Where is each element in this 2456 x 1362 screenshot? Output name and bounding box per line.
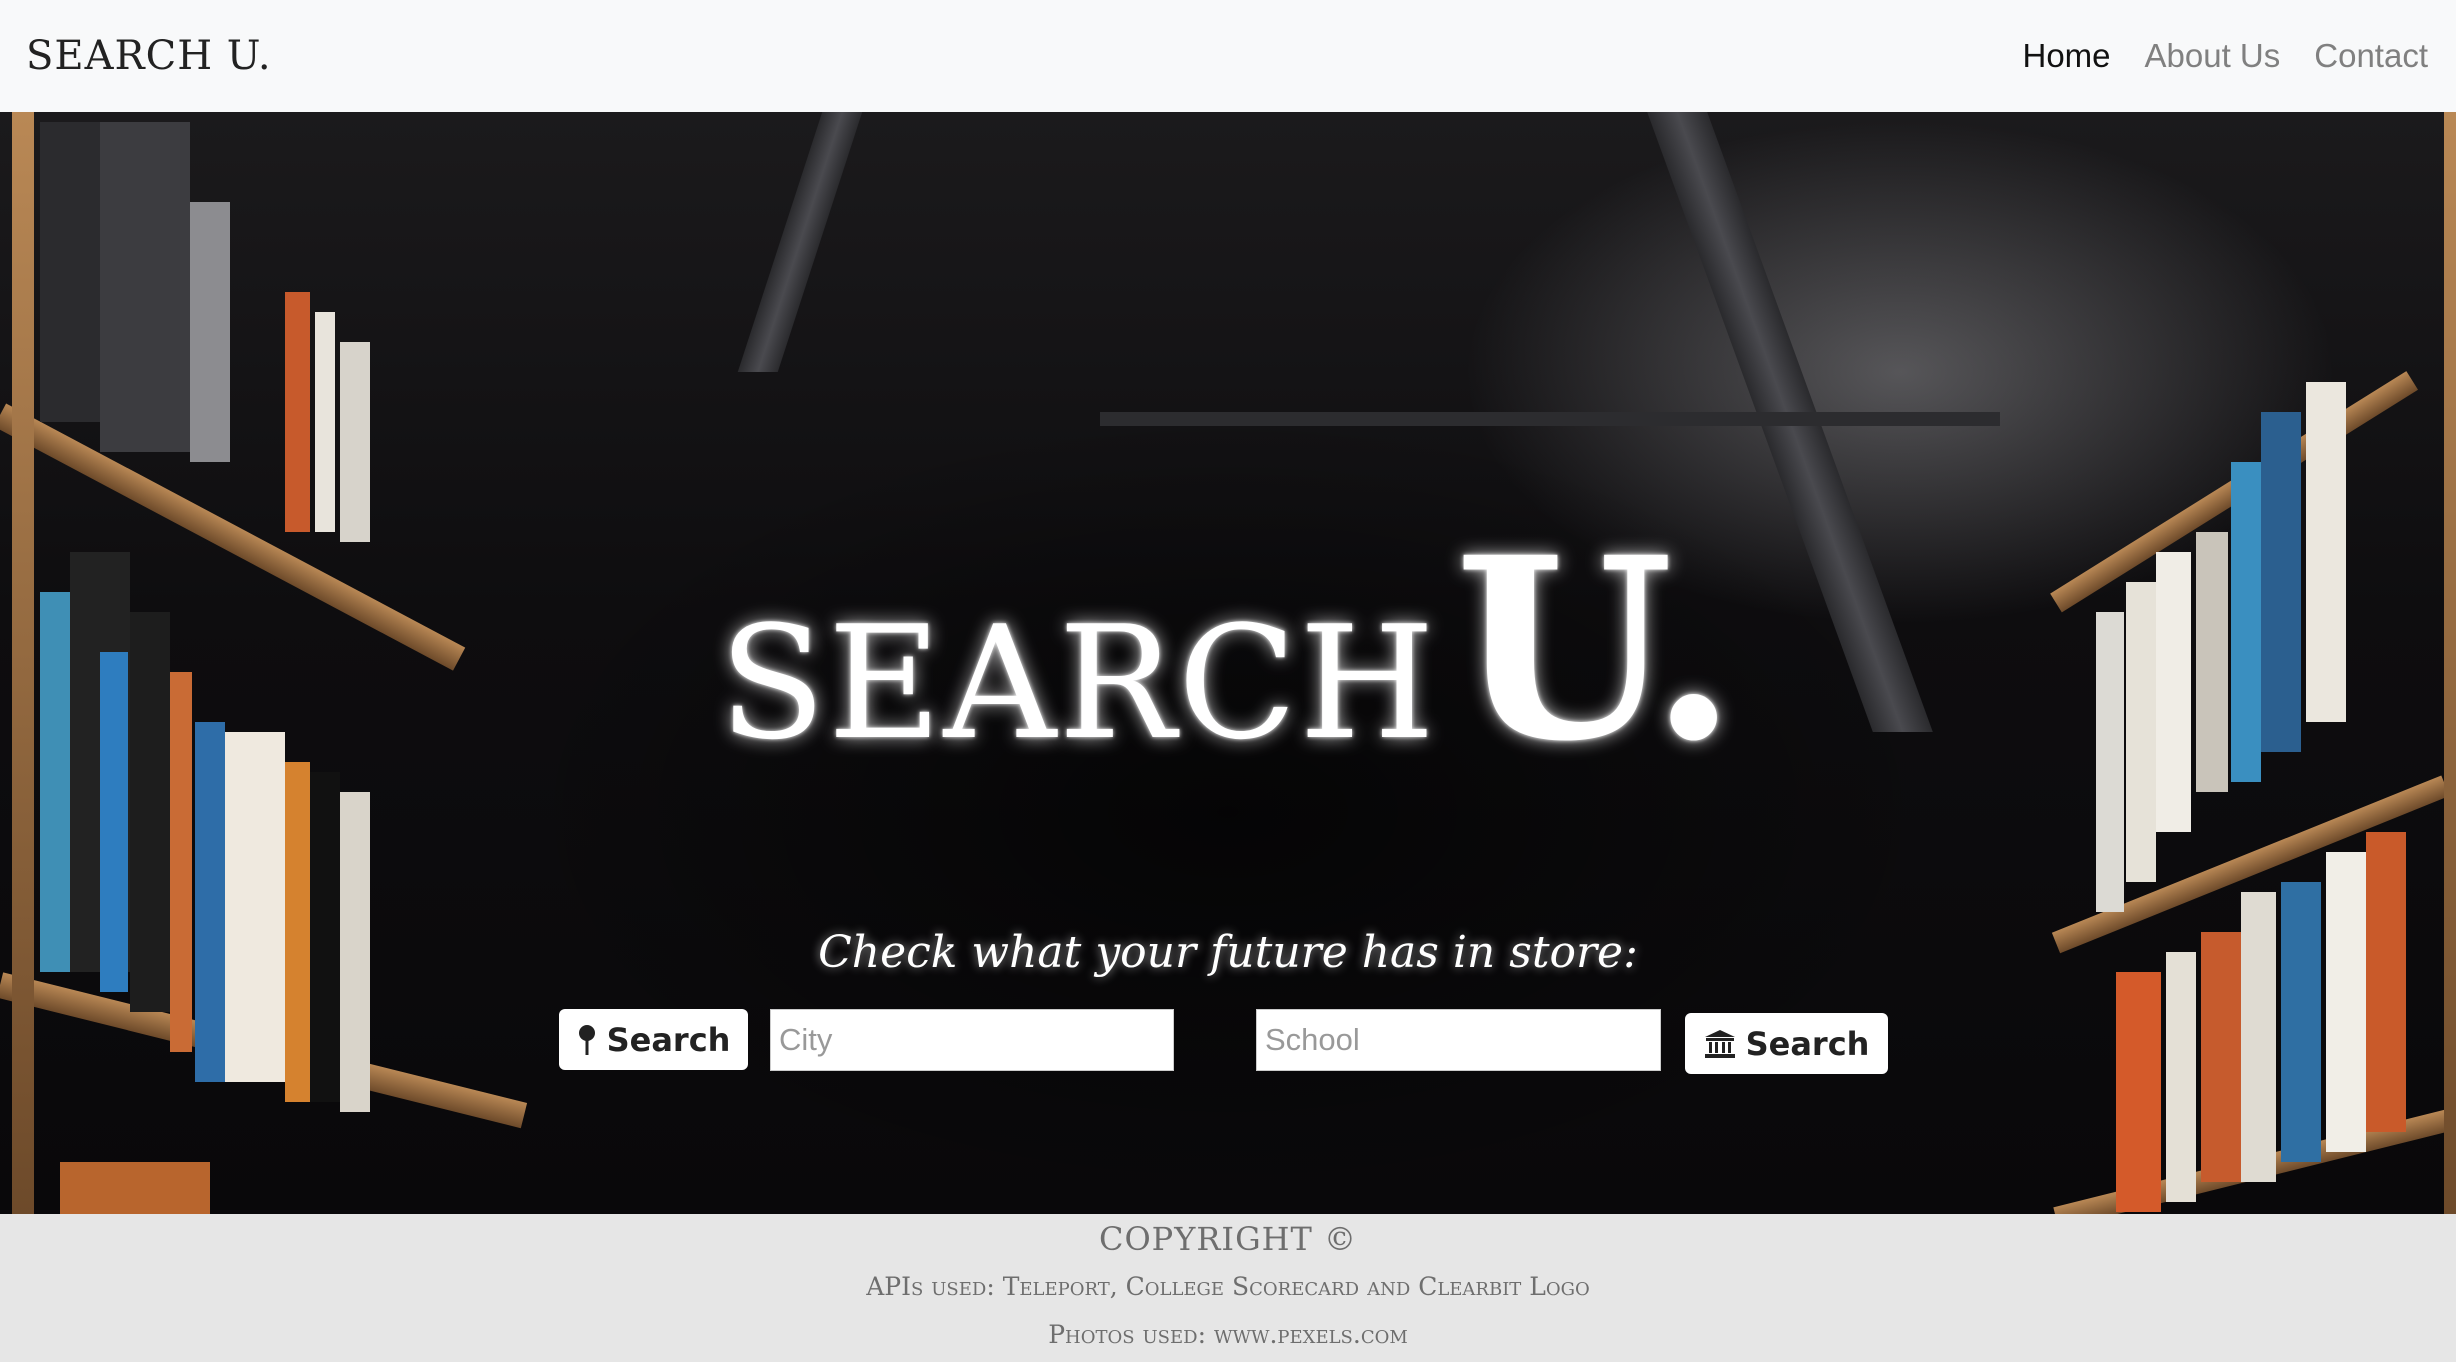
- book: [100, 122, 190, 452]
- hero-title-search: SEARCH: [718, 592, 1438, 774]
- school-input[interactable]: [1256, 1009, 1661, 1071]
- ceiling-beam: [737, 112, 863, 372]
- school-search-button[interactable]: Search: [1685, 1013, 1888, 1074]
- hero-section: SEARCHU. Check what your future has in s…: [0, 112, 2456, 1214]
- city-search-button-label: Search: [606, 1020, 731, 1059]
- school-search-button-label: Search: [1745, 1024, 1870, 1063]
- map-pin-icon: [578, 1024, 595, 1055]
- book: [2116, 972, 2161, 1212]
- book: [2281, 882, 2321, 1162]
- footer-copyright: COPYRIGHT ©: [1098, 1220, 1358, 1258]
- nav-links: Home About Us Contact: [2022, 37, 2428, 75]
- hero-subtitle: Check what your future has in store:: [818, 927, 1638, 978]
- book: [285, 292, 310, 532]
- university-icon: [1704, 1029, 1735, 1058]
- ceiling-beam: [1100, 412, 2000, 426]
- book: [2366, 832, 2406, 1132]
- nav-link-about-us[interactable]: About Us: [2145, 37, 2281, 75]
- footer-photos-used: Photos used: www.pexels.com: [1048, 1320, 1408, 1349]
- nav-link-contact[interactable]: Contact: [2314, 37, 2428, 75]
- book: [60, 1162, 210, 1214]
- book: [2326, 852, 2366, 1152]
- hero-title: SEARCHU.: [0, 502, 2456, 796]
- book: [40, 122, 100, 422]
- hero-title-u: U.: [1455, 502, 1738, 796]
- nav-link-home[interactable]: Home: [2022, 37, 2110, 75]
- city-input[interactable]: [770, 1009, 1174, 1071]
- book: [190, 202, 230, 462]
- brand-logo[interactable]: SEARCH U.: [26, 33, 272, 79]
- book: [315, 312, 335, 532]
- footer: COPYRIGHT © APIs used: Teleport, College…: [0, 1214, 2456, 1362]
- city-search-button[interactable]: Search: [559, 1009, 748, 1070]
- footer-apis-used: APIs used: Teleport, College Scorecard a…: [866, 1272, 1590, 1301]
- book: [2166, 952, 2196, 1202]
- navbar: SEARCH U. Home About Us Contact: [0, 0, 2456, 112]
